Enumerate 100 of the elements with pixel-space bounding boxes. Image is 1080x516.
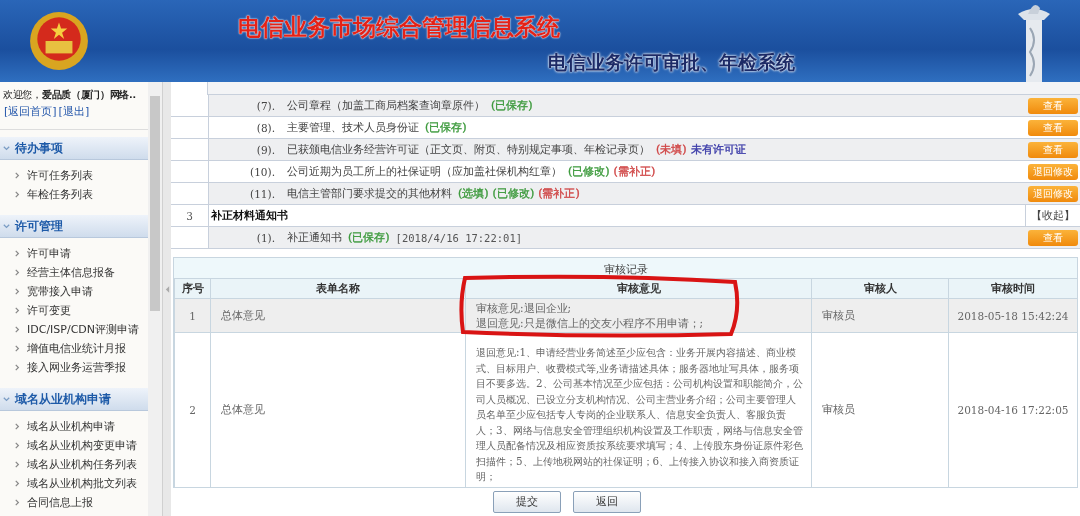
status-tag: (未填) (656, 142, 687, 157)
status-tag: (选填) (458, 186, 489, 201)
chevron-icon (2, 143, 11, 153)
chevron-right-icon (14, 364, 21, 371)
status-tag: (需补正) (538, 186, 580, 201)
chevron-icon (2, 394, 11, 404)
menu-item[interactable]: 合同信息上报 (0, 493, 148, 512)
table-cell: 总体意见 (210, 332, 465, 487)
sidebar-splitter[interactable] (163, 82, 171, 516)
material-name: 已获颁电信业务经营许可证（正文页、附页、特别规定事项、年检记录页） (287, 142, 650, 157)
chevron-right-icon (14, 269, 21, 276)
material-name: 补正通知书 (287, 230, 342, 245)
menu-item-label: 许可任务列表 (27, 168, 93, 183)
emblem-icon (28, 10, 90, 72)
menu-item-label: 域名从业机构变更申请 (27, 438, 137, 453)
scrollbar[interactable] (148, 82, 162, 516)
chevron-right-icon (14, 480, 21, 487)
review-opinion: 退回意见:只是微信上的交友小程序不用申请；; (476, 315, 705, 331)
menu-item[interactable]: 域名从业机构变更申请 (0, 436, 148, 455)
chevron-right-icon (14, 172, 21, 179)
item-number: (1). (255, 231, 275, 244)
section-title: 许可管理 (15, 218, 63, 234)
chevron-right-icon (14, 288, 21, 295)
item-number: (8). (255, 121, 275, 134)
menu-item[interactable]: 许可任务列表 (0, 166, 148, 185)
chevron-right-icon (14, 307, 21, 314)
chevron-icon (2, 221, 11, 231)
menu-item[interactable]: IDC/ISP/CDN评测申请 (0, 320, 148, 339)
menu-item-label: 许可申请 (27, 246, 71, 261)
table-cell: 1 (174, 298, 210, 332)
menu-item-label: 域名从业机构申请 (27, 419, 115, 434)
form-button[interactable]: 提交 (492, 490, 561, 513)
menu-item[interactable]: 年检任务列表 (0, 185, 148, 204)
item-number: (9). (255, 143, 275, 156)
material-name: 主要管理、技术人员身份证 (287, 120, 419, 135)
status-tag: (已保存) (491, 98, 533, 113)
table-cell: 2018-05-18 15:42:24 (948, 298, 1077, 332)
menu-item-label: 年检任务列表 (27, 187, 93, 202)
section-title: 域名从业机构申请 (15, 391, 111, 407)
timestamp: [2018/4/16 17:22:01] (395, 231, 523, 244)
item-number: (10). (249, 165, 275, 178)
table-cell: 审核员 (811, 332, 948, 487)
menu-item[interactable]: 许可申请 (0, 244, 148, 263)
material-name: 电信主管部门要求提交的其他材料 (287, 186, 452, 201)
status-tag: 未有许可证 (690, 142, 746, 157)
menu-item-label: 合同信息上报 (27, 495, 93, 510)
menu-item-label: 域名从业机构任务列表 (27, 457, 137, 472)
menu-item[interactable]: 增值电信业统计月报 (0, 339, 148, 358)
column-header: 审核时间 (948, 278, 1077, 298)
menu-section-header[interactable]: 待办事项 (0, 137, 148, 160)
column-header: 审核人 (811, 278, 948, 298)
menu-item[interactable]: 经营主体信息报备 (0, 263, 148, 282)
chevron-right-icon (14, 461, 21, 468)
table-cell: 审核员 (811, 298, 948, 332)
collapse-link[interactable]: 【收起】 (1031, 208, 1075, 223)
menu-item[interactable]: 许可变更 (0, 301, 148, 320)
material-name: 公司章程（加盖工商局档案查询章原件） (287, 98, 485, 113)
menu-item-label: IDC/ISP/CDN评测申请 (27, 322, 140, 337)
row-index: 3 (186, 209, 193, 222)
menu-item-label: 域名从业机构批文列表 (27, 476, 137, 491)
nav-link[interactable]: [返回首页] (4, 104, 57, 119)
table-cell: 2 (174, 332, 210, 487)
menu-item-label: 许可变更 (27, 303, 71, 318)
menu-item[interactable]: 域名从业机构批文列表 (0, 474, 148, 493)
menu-item[interactable]: 接入网业务运营季报 (0, 358, 148, 377)
section-title: 待办事项 (15, 140, 63, 156)
menu-item[interactable]: 域名从业机构申请 (0, 417, 148, 436)
column-header: 序号 (174, 278, 210, 298)
menu-item-label: 接入网业务运营季报 (27, 360, 126, 375)
menu-item-label: 经营主体信息报备 (27, 265, 115, 280)
chevron-right-icon (14, 423, 21, 430)
status-tag: (需补正) (613, 164, 656, 179)
material-name: 公司近期为员工所上的社保证明（应加盖社保机构红章） (287, 164, 562, 179)
system-subtitle: 电信业务许可审批、年检系统 (548, 50, 795, 75)
form-button[interactable]: 返回 (572, 490, 641, 513)
system-title: 电信业务市场综合管理信息系统 (238, 13, 560, 42)
menu-item[interactable]: 域名从业机构任务列表 (0, 455, 148, 474)
table-cell: 总体意见 (210, 298, 465, 332)
section-title: 补正材料通知书 (211, 208, 288, 223)
menu-item-label: 增值电信业统计月报 (27, 341, 126, 356)
menu-item[interactable]: 宽带接入申请 (0, 282, 148, 301)
menu-item-label: 宽带接入申请 (27, 284, 93, 299)
menu-section-header[interactable]: 域名从业机构申请 (0, 388, 148, 411)
table-cell: 2018-04-16 17:22:05 (948, 332, 1077, 487)
status-tag: (已保存) (425, 120, 467, 135)
chevron-right-icon (14, 250, 21, 257)
status-tag: (已保存) (348, 230, 390, 245)
chevron-right-icon (14, 345, 21, 352)
item-number: (7). (255, 99, 275, 112)
item-number: (11). (249, 187, 275, 200)
review-opinion: 审核意见:退回企业; (476, 300, 573, 316)
nav-link[interactable]: [退出] (58, 104, 90, 119)
review-caption: 审核记录 (602, 262, 649, 277)
collapse-arrow-icon (164, 284, 170, 294)
chevron-right-icon (14, 499, 21, 506)
chevron-right-icon (14, 442, 21, 449)
welcome-text: 欢迎您，爱品质（厦门）网络.. (2, 88, 137, 102)
status-tag: (已修改) (568, 164, 610, 179)
column-header: 表单名称 (210, 278, 465, 298)
menu-section-header[interactable]: 许可管理 (0, 215, 148, 238)
